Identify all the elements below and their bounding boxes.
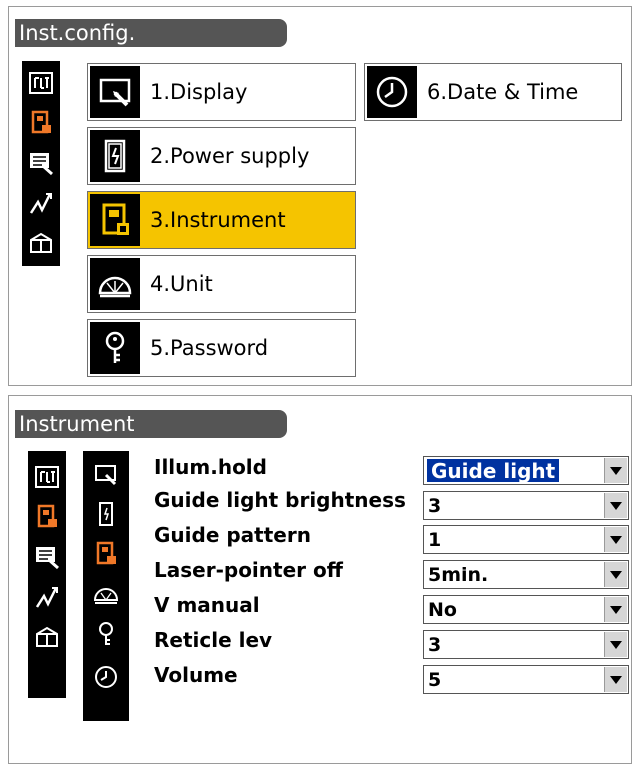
menu-label: 1.Display — [150, 80, 248, 104]
battery-icon[interactable] — [83, 495, 129, 533]
menu-label: 4.Unit — [150, 272, 213, 296]
setting-label-guide-light-brightness: Guide light brightness — [154, 488, 406, 512]
select-value: Guide light — [427, 459, 560, 483]
protractor-icon — [90, 258, 140, 310]
instrument-icon[interactable] — [22, 105, 60, 141]
reticle-lev-select[interactable]: 3 — [423, 630, 629, 659]
guide-pattern-select[interactable]: 1 — [423, 525, 629, 554]
instrument-settings-screen: Instrument Illum.hold Guide light Guide … — [8, 395, 632, 764]
graph-icon[interactable] — [22, 185, 60, 221]
illum-hold-select[interactable]: Guide light — [423, 456, 629, 485]
instrument-icon — [90, 194, 140, 246]
config-icon[interactable] — [28, 459, 66, 495]
chevron-down-icon[interactable] — [604, 632, 627, 657]
chevron-down-icon[interactable] — [604, 597, 627, 622]
setting-label-laser-pointer-off: Laser-pointer off — [154, 558, 343, 582]
menu-label: 6.Date & Time — [427, 80, 579, 104]
menu-password-button[interactable]: 5.Password — [87, 319, 356, 377]
select-value: 3 — [428, 634, 442, 656]
menu-label: 2.Power supply — [150, 144, 310, 168]
instrument-icon[interactable] — [28, 499, 66, 535]
laser-pointer-off-select[interactable]: 5min. — [423, 560, 629, 589]
menu-display-button[interactable]: 1.Display — [87, 63, 356, 121]
mode-sidebar — [28, 451, 66, 698]
setting-label-volume: Volume — [154, 663, 238, 687]
select-value: 1 — [428, 529, 442, 551]
display-icon — [90, 66, 140, 118]
chevron-down-icon[interactable] — [604, 667, 627, 692]
data-icon[interactable] — [22, 145, 60, 181]
key-icon — [90, 322, 140, 374]
protractor-icon[interactable] — [83, 575, 129, 613]
select-value: No — [428, 599, 457, 621]
key-icon[interactable] — [83, 615, 129, 653]
inst-config-screen: Inst.config. 1.Display 2.Power supply 3.… — [8, 6, 632, 386]
config-icon[interactable] — [22, 65, 60, 101]
graph-icon[interactable] — [28, 579, 66, 615]
data-icon[interactable] — [28, 539, 66, 575]
menu-label: 3.Instrument — [150, 208, 286, 232]
select-value: 5min. — [428, 564, 489, 586]
clock-icon — [367, 66, 417, 118]
menu-power-supply-button[interactable]: 2.Power supply — [87, 127, 356, 185]
menu-date-time-button[interactable]: 6.Date & Time — [364, 63, 622, 121]
v-manual-select[interactable]: No — [423, 595, 629, 624]
mode-sidebar — [22, 61, 60, 266]
battery-icon — [90, 130, 140, 182]
menu-unit-button[interactable]: 4.Unit — [87, 255, 356, 313]
chevron-down-icon[interactable] — [604, 493, 627, 518]
box-icon[interactable] — [28, 619, 66, 655]
instrument-icon[interactable] — [83, 535, 129, 573]
setting-label-v-manual: V manual — [154, 593, 260, 617]
select-value: 3 — [428, 495, 442, 517]
chevron-down-icon[interactable] — [604, 562, 627, 587]
volume-select[interactable]: 5 — [423, 665, 629, 694]
chevron-down-icon[interactable] — [604, 527, 627, 552]
display-icon[interactable] — [83, 455, 129, 493]
setting-label-illum-hold: Illum.hold — [154, 455, 267, 479]
clock-icon[interactable] — [83, 657, 129, 697]
menu-instrument-button[interactable]: 3.Instrument — [87, 191, 356, 249]
setting-label-guide-pattern: Guide pattern — [154, 523, 311, 547]
menu-label: 5.Password — [150, 336, 269, 360]
chevron-down-icon[interactable] — [604, 458, 627, 483]
guide-light-brightness-select[interactable]: 3 — [423, 491, 629, 520]
category-tabs — [83, 451, 129, 721]
setting-label-reticle-lev: Reticle lev — [154, 628, 273, 652]
select-value: 5 — [428, 669, 442, 691]
screen-title: Inst.config. — [15, 19, 287, 47]
screen-title: Instrument — [15, 410, 287, 438]
box-icon[interactable] — [22, 225, 60, 261]
